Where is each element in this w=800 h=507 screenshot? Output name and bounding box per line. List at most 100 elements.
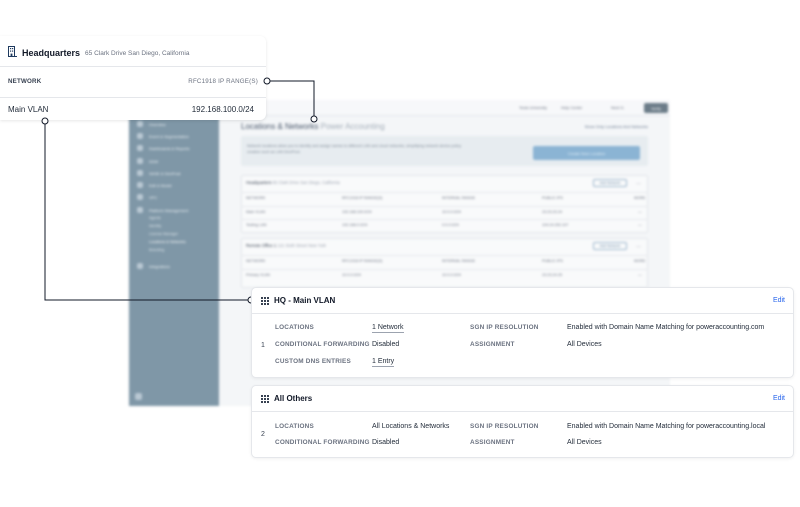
sidebar-subitem[interactable]: License Manager bbox=[149, 232, 178, 236]
column-header: INTERNAL RANGE bbox=[442, 196, 476, 200]
page-title-text: Locations & Networks bbox=[241, 122, 319, 131]
column-header: PUBLIC IPS bbox=[542, 259, 563, 263]
assignment-value: All Devices bbox=[567, 341, 602, 348]
sidebar-icon bbox=[137, 121, 143, 127]
edit-policy-button[interactable]: Edit bbox=[773, 395, 785, 402]
location-card-title: Headquarters 65 Clark Drive San Diego, C… bbox=[246, 180, 340, 185]
description-line: creation such as LAN DevIPool. bbox=[247, 150, 301, 154]
cell: — bbox=[638, 223, 642, 227]
locations-value[interactable]: 1 Network bbox=[372, 324, 404, 333]
sidebar-item-label: VPC bbox=[149, 194, 158, 200]
sidebar-item-label: DDM bbox=[149, 158, 159, 164]
cell: 23.23.24.25 bbox=[542, 273, 563, 277]
help-center-link[interactable]: Help Center bbox=[561, 105, 582, 110]
cell: — bbox=[638, 210, 642, 214]
page-title-org: Power Accounting bbox=[320, 122, 385, 131]
sidebar-item-label: Platform Management bbox=[149, 207, 189, 213]
sidebar-item-label: SASE & DeviFoal bbox=[149, 170, 181, 176]
policy-title: All Others bbox=[274, 394, 313, 403]
sidebar-icon bbox=[137, 207, 143, 213]
add-network-button[interactable]: Add Network bbox=[593, 242, 627, 250]
table-row[interactable]: Primary VLAN 10.0.0.0/24 10.0.0.0/24 23.… bbox=[242, 269, 647, 281]
location-address: 121 Sixth Street New York bbox=[277, 243, 327, 248]
app-topbar: Tesla University Help Center Nest G. Ver… bbox=[219, 100, 670, 116]
divider bbox=[0, 97, 266, 98]
app-sidebar: Overview Event & Segmentation Dashboards… bbox=[129, 100, 219, 406]
sidebar-item[interactable]: DDM bbox=[137, 157, 158, 165]
location-name: Headquarters bbox=[246, 180, 272, 185]
sidebar-icon bbox=[137, 182, 143, 188]
location-address: 65 Clark Drive San Diego, California bbox=[272, 180, 340, 185]
column-header: INTERNAL RANGE bbox=[442, 259, 476, 263]
sgn-ip-resolution-label: SGN IP RESOLUTION bbox=[470, 423, 539, 430]
cell: — bbox=[638, 273, 642, 277]
column-header-ip-range: RFC1918 IP RANGE(S) bbox=[188, 78, 258, 85]
column-header: MORE bbox=[634, 196, 646, 200]
assignment-value: All Devices bbox=[567, 439, 602, 446]
verify-button[interactable]: Verify bbox=[644, 103, 668, 113]
location-card-title: Remote Office 1 121 Sixth Street New Yor… bbox=[246, 243, 326, 248]
network-ip-range: 192.168.100.0/24 bbox=[191, 105, 254, 114]
sidebar-subitem[interactable]: Branding bbox=[149, 248, 164, 252]
drag-grip-icon[interactable] bbox=[261, 297, 269, 305]
assignment-label: ASSIGNMENT bbox=[470, 439, 515, 446]
user-menu[interactable]: Nest G. bbox=[611, 105, 625, 110]
sidebar-item[interactable]: Overview bbox=[137, 120, 166, 128]
callout-header: Headquarters 65 Clark Drive San Diego, C… bbox=[8, 44, 189, 62]
cell: Primary VLAN bbox=[246, 273, 271, 277]
header-link[interactable]: Show Only Locations And Networks bbox=[585, 124, 648, 129]
column-header: NETWORK bbox=[246, 259, 266, 263]
table-row[interactable]: Testing LAN 192.168.0.0/24 0.0.0.0/24 10… bbox=[242, 219, 647, 231]
collapse-icon[interactable] bbox=[135, 393, 142, 400]
sidebar-icon bbox=[137, 263, 143, 269]
locations-label: LOCATIONS bbox=[275, 423, 314, 430]
cell: 23.23.23.24 bbox=[542, 210, 563, 214]
cell: 192.168.0.0/24 bbox=[342, 223, 368, 227]
sidebar-icon bbox=[137, 145, 143, 151]
sidebar-icon bbox=[137, 133, 143, 139]
sidebar-item[interactable]: Platform Management bbox=[137, 206, 188, 214]
location-name: Remote Office 1 bbox=[246, 243, 277, 248]
policy-priority: 2 bbox=[261, 431, 265, 438]
edit-policy-button[interactable]: Edit bbox=[773, 297, 785, 304]
cell: 104.24.252.107 bbox=[542, 223, 569, 227]
add-network-button[interactable]: Add Network bbox=[593, 179, 627, 187]
location-card: Remote Office 1 121 Sixth Street New Yor… bbox=[241, 238, 648, 288]
column-header: NETWORK bbox=[246, 196, 266, 200]
sidebar-subitem[interactable]: Agents bbox=[149, 216, 161, 220]
headquarters-callout: Headquarters 65 Clark Drive San Diego, C… bbox=[0, 36, 266, 120]
table-row[interactable]: Main VLAN 192.168.100.0/24 10.0.0.0/24 2… bbox=[242, 206, 647, 218]
sgn-ip-resolution-value: Enabled with Domain Name Matching for po… bbox=[567, 423, 766, 430]
sidebar-item[interactable]: Dashboards & Reports bbox=[137, 144, 189, 152]
sidebar-icon bbox=[137, 158, 143, 164]
sgn-ip-resolution-label: SGN IP RESOLUTION bbox=[470, 324, 539, 331]
network-name[interactable]: Main VLAN bbox=[8, 105, 48, 114]
column-header: RFC1918 IP RANGE(S) bbox=[342, 259, 383, 263]
drag-grip-icon[interactable] bbox=[261, 395, 269, 403]
sidebar-item-label: Overview bbox=[149, 121, 166, 127]
sidebar-subitem[interactable]: Identity bbox=[149, 224, 161, 228]
sidebar-item[interactable]: VPC bbox=[137, 193, 157, 201]
org-name[interactable]: Tesla University bbox=[519, 105, 547, 110]
more-icon[interactable]: … bbox=[636, 243, 641, 249]
sidebar-item[interactable]: Event & Segmentation bbox=[137, 132, 189, 140]
policy-card: HQ - Main VLAN Edit 1 LOCATIONS 1 Networ… bbox=[251, 287, 794, 378]
cell: Testing LAN bbox=[246, 223, 267, 227]
sidebar-item[interactable]: Integrations bbox=[137, 262, 170, 270]
create-location-button[interactable]: Create New Location bbox=[533, 146, 640, 160]
description-line: Network locations allow you to identify … bbox=[247, 144, 462, 148]
sidebar-subitem-active[interactable]: Locations & Networks bbox=[149, 240, 186, 244]
custom-dns-value[interactable]: 1 Entry bbox=[372, 358, 395, 367]
cell: 10.0.0.0/24 bbox=[442, 273, 462, 277]
cell: 0.0.0.0/24 bbox=[442, 223, 459, 227]
building-icon bbox=[8, 44, 17, 62]
sidebar-icon bbox=[137, 194, 143, 200]
cell: 10.0.0.0/24 bbox=[342, 273, 362, 277]
conditional-forwarding-label: CONDITIONAL FORWARDING bbox=[275, 341, 370, 348]
description-panel: Network locations allow you to identify … bbox=[241, 136, 648, 166]
more-icon[interactable]: … bbox=[636, 180, 641, 186]
location-card: Headquarters 65 Clark Drive San Diego, C… bbox=[241, 175, 648, 233]
column-header: RFC1918 IP RANGE(S) bbox=[342, 196, 383, 200]
sidebar-item[interactable]: SASE & DeviFoal bbox=[137, 169, 180, 177]
sidebar-item[interactable]: Edit & Model bbox=[137, 181, 172, 189]
